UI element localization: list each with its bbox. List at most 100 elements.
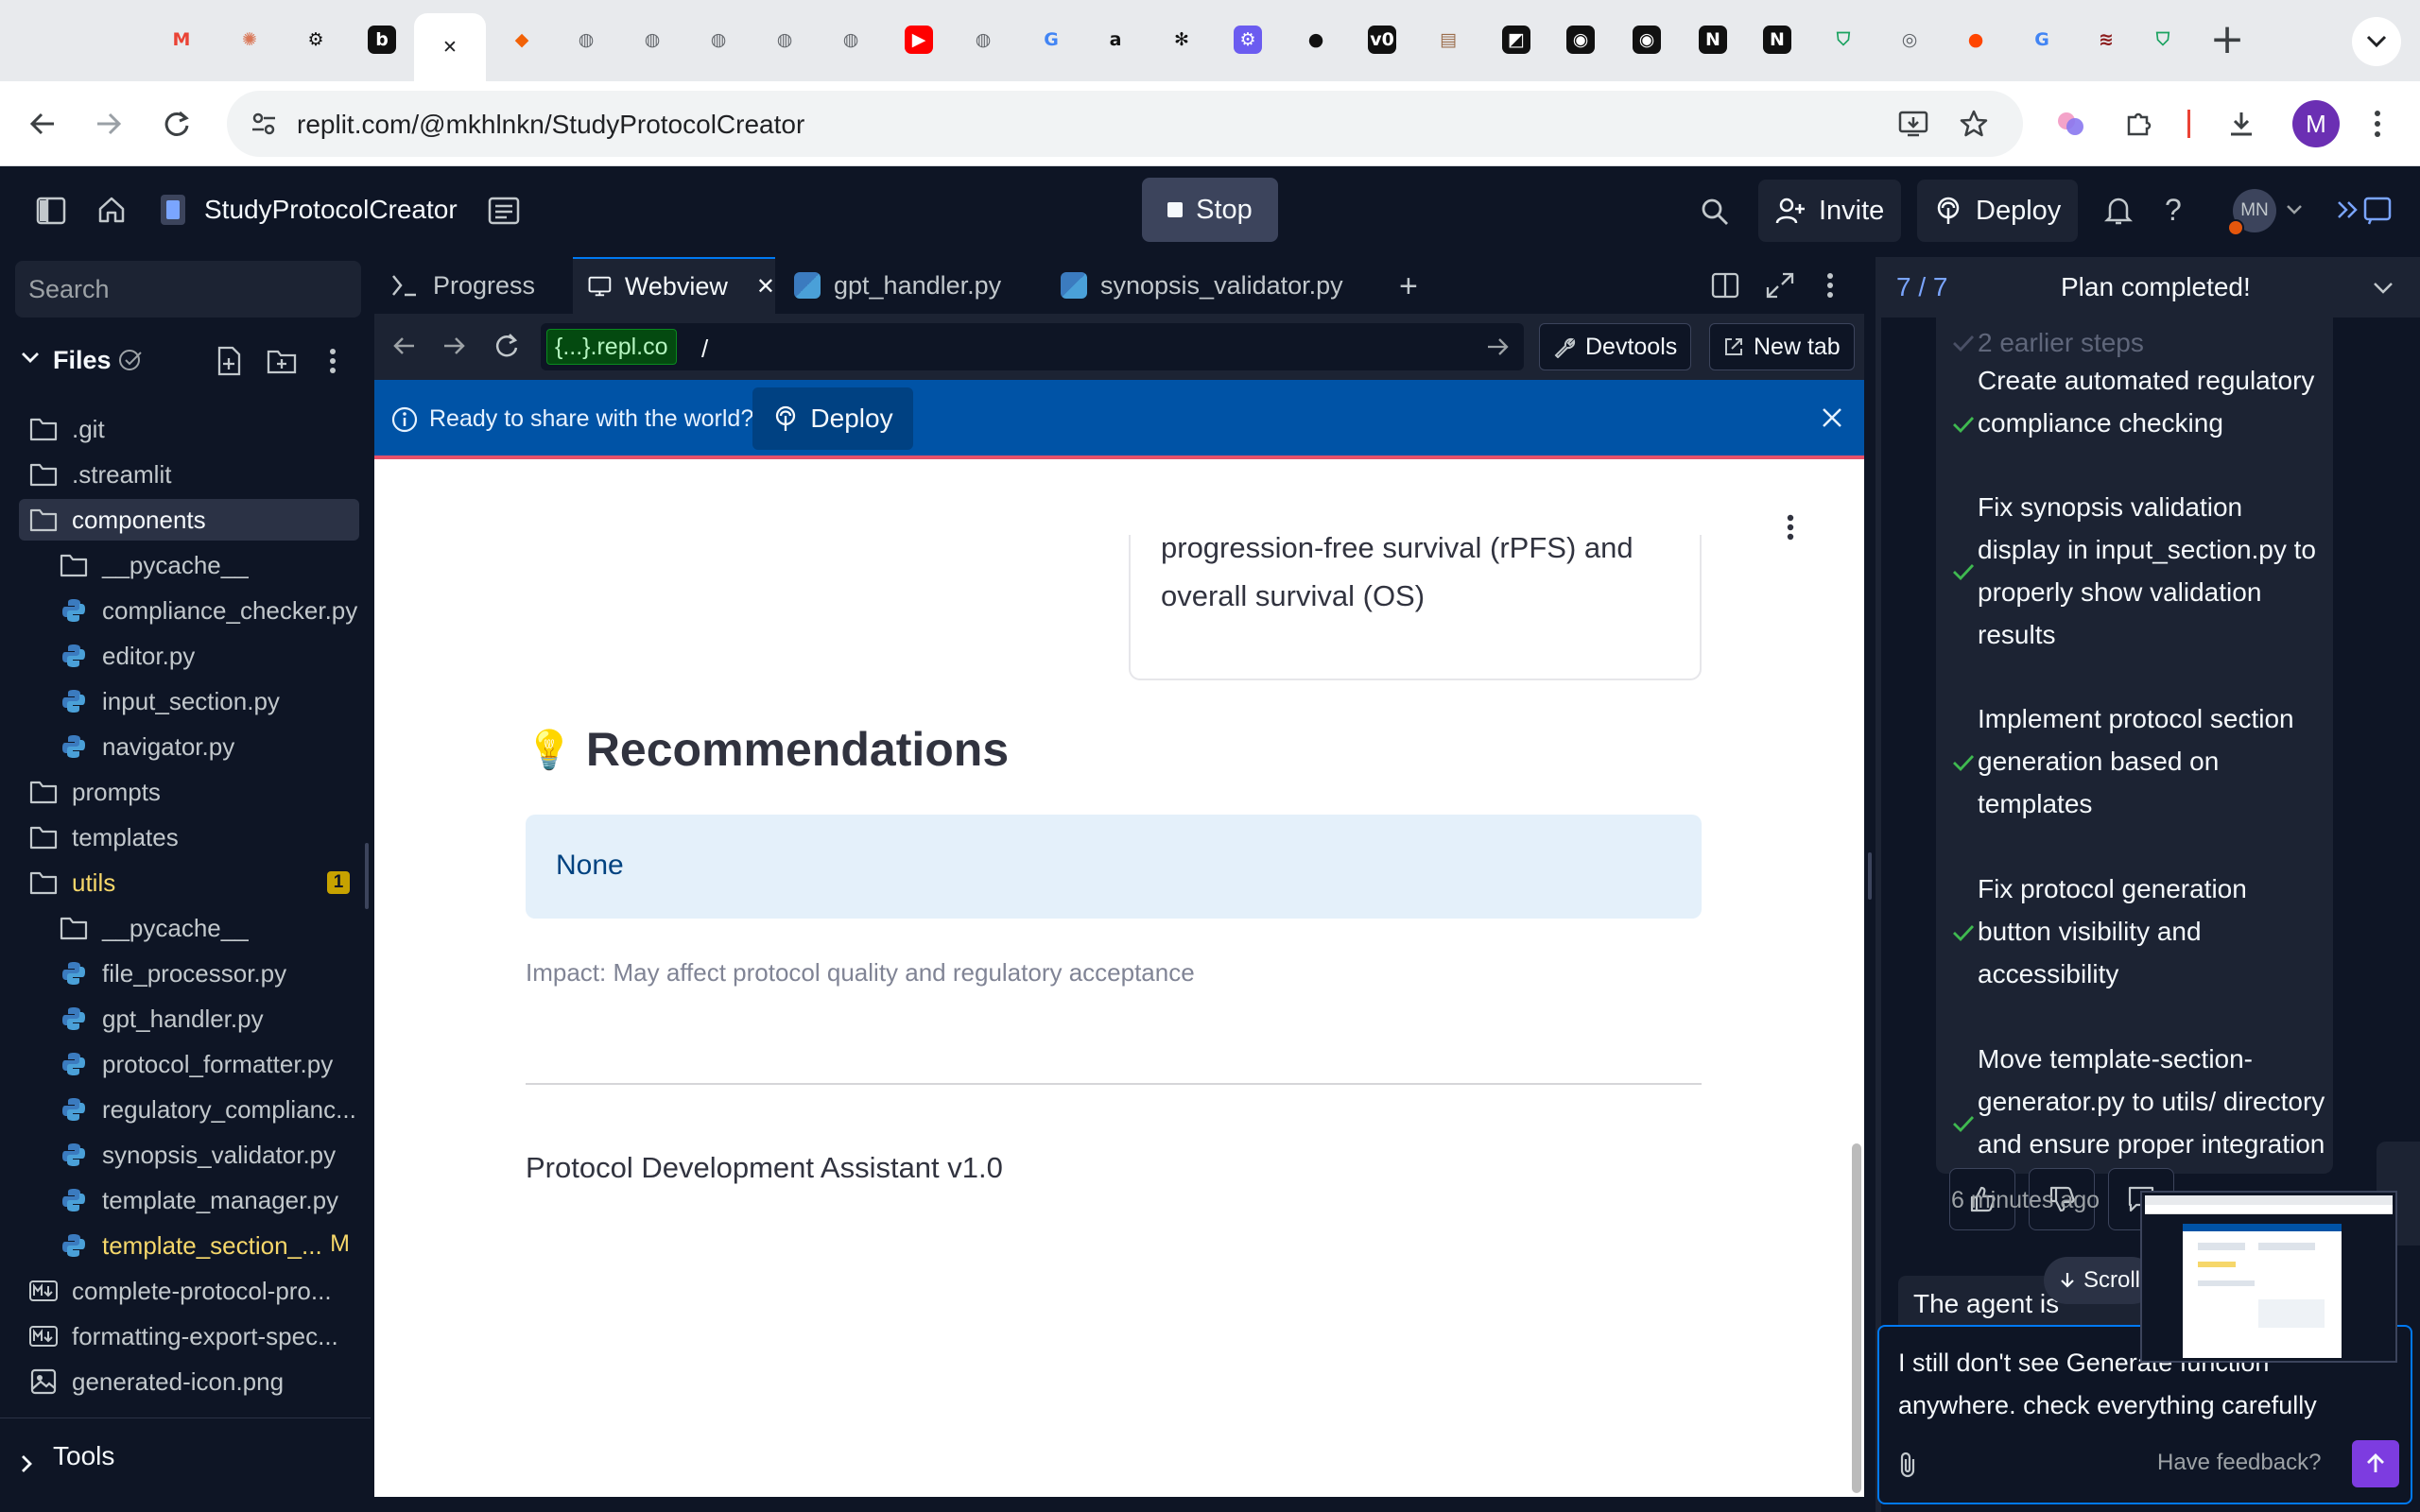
collapse-chat-icon[interactable] <box>2335 195 2394 225</box>
new-tab-button[interactable]: New tab <box>1709 323 1855 370</box>
browser-tab[interactable]: ◍ <box>821 19 880 60</box>
chevron-down-icon[interactable] <box>21 352 40 365</box>
file-item[interactable]: file_processor.py <box>19 953 359 994</box>
browser-tab[interactable]: ⛉ <box>1814 19 1873 60</box>
browser-tab[interactable]: ● <box>1946 19 2005 60</box>
browser-tab[interactable]: ✻ <box>1152 19 1211 60</box>
browser-tab[interactable]: ◍ <box>954 19 1012 60</box>
new-file-icon[interactable] <box>216 346 242 376</box>
browser-tab[interactable]: ▤ <box>1419 19 1478 60</box>
forward-arrow-icon[interactable] <box>87 102 130 146</box>
downloads-icon[interactable] <box>2220 102 2263 146</box>
browser-tab[interactable]: ● <box>1287 19 1345 60</box>
new-tab-plus-icon[interactable]: + <box>1399 268 1418 305</box>
file-item[interactable]: regulatory_complianc... <box>19 1089 359 1130</box>
attach-paperclip-icon[interactable] <box>1896 1450 1919 1480</box>
extensions-puzzle-icon[interactable] <box>2118 102 2161 146</box>
browser-tab[interactable]: ▶ <box>890 19 948 60</box>
split-pane-icon[interactable] <box>1711 272 1739 299</box>
folder-item[interactable]: __pycache__ <box>19 544 359 586</box>
file-item[interactable]: template_manager.py <box>19 1179 359 1221</box>
folder-item[interactable]: prompts <box>19 771 359 813</box>
scroll-to-bottom-button[interactable]: Scroll <box>2044 1257 2156 1304</box>
browser-tab[interactable]: M <box>152 19 211 60</box>
bookmark-star-icon[interactable] <box>1959 109 1989 139</box>
tab-search-chevron-icon[interactable] <box>2352 17 2401 66</box>
file-item[interactable]: gpt_handler.py <box>19 998 359 1040</box>
search-icon[interactable] <box>1700 197 1730 227</box>
close-tab-icon[interactable]: ✕ <box>756 273 775 301</box>
file-item[interactable]: generated-icon.png <box>19 1361 359 1402</box>
file-item[interactable]: template_section_... M <box>19 1225 359 1266</box>
browser-menu-icon[interactable] <box>2356 102 2399 146</box>
tab-progress[interactable]: Progress <box>374 257 569 314</box>
sidebar-scrollbar[interactable] <box>365 843 369 909</box>
back-arrow-icon[interactable] <box>21 102 64 146</box>
webview-reload-icon[interactable] <box>493 333 520 359</box>
browser-tab[interactable]: ◉ <box>1551 19 1610 60</box>
browser-tab[interactable]: ◍ <box>755 19 814 60</box>
file-item[interactable]: editor.py <box>19 635 359 677</box>
tab-webview[interactable]: Webview ✕ <box>573 257 775 314</box>
copilot-extension-icon[interactable] <box>2049 102 2093 146</box>
tab-synopsis-validator[interactable]: synopsis_validator.py <box>1046 257 1373 314</box>
browser-tab[interactable]: ◎ <box>1880 19 1939 60</box>
files-label[interactable]: Files <box>53 346 112 375</box>
close-banner-icon[interactable] <box>1821 406 1843 429</box>
deploy-header-button[interactable]: Deploy <box>1917 180 2079 242</box>
tools-section[interactable]: Tools <box>0 1418 371 1512</box>
browser-tab[interactable]: v0 <box>1353 19 1411 60</box>
chevron-down-icon[interactable] <box>2286 204 2303 215</box>
repl-name[interactable]: StudyProtocolCreator <box>204 195 458 225</box>
browser-tab[interactable]: ≋ <box>2077 19 2135 60</box>
browser-tab[interactable]: N <box>1748 19 1806 60</box>
profile-avatar[interactable]: M <box>2292 100 2340 147</box>
file-item[interactable]: synopsis_validator.py <box>19 1134 359 1176</box>
browser-tab[interactable]: G <box>2013 19 2071 60</box>
repl-domain-chip[interactable]: {...}.repl.co <box>546 329 677 365</box>
app-menu-icon[interactable] <box>1787 514 1794 541</box>
file-item[interactable]: compliance_checker.py <box>19 590 359 631</box>
folder-item[interactable]: utils 1 <box>19 862 359 903</box>
screenshot-thumbnail[interactable] <box>2142 1193 2395 1361</box>
stop-button[interactable]: Stop <box>1142 178 1278 242</box>
webview-url-input[interactable]: {...}.repl.co / <box>541 323 1524 370</box>
file-item[interactable]: navigator.py <box>19 726 359 767</box>
sidebar-toggle-icon[interactable] <box>36 197 66 225</box>
files-menu-icon[interactable] <box>329 348 337 374</box>
browser-tab[interactable]: ◍ <box>623 19 682 60</box>
go-arrow-icon[interactable] <box>1486 336 1511 357</box>
banner-deploy-button[interactable]: Deploy <box>752 387 913 450</box>
reload-icon[interactable] <box>155 102 199 146</box>
browser-tab[interactable]: ◍ <box>689 19 748 60</box>
browser-tab[interactable]: ◆ <box>493 19 551 60</box>
install-app-icon[interactable] <box>1898 110 1928 138</box>
devtools-button[interactable]: Devtools <box>1539 323 1692 370</box>
browser-tab[interactable]: N <box>1684 19 1742 60</box>
browser-tab[interactable]: a <box>1086 19 1145 60</box>
browser-tab[interactable]: G <box>1022 19 1080 60</box>
folder-item[interactable]: .streamlit <box>19 454 359 495</box>
feedback-link[interactable]: Have feedback? <box>2157 1450 2321 1476</box>
address-bar[interactable]: replit.com/@mkhlnkn/StudyProtocolCreator <box>227 91 2023 157</box>
folder-item[interactable]: .git <box>19 408 359 450</box>
help-icon[interactable]: ? <box>2165 193 2182 228</box>
new-folder-icon[interactable] <box>267 348 297 374</box>
home-icon[interactable] <box>96 195 127 225</box>
file-item[interactable]: input_section.py <box>19 680 359 722</box>
notifications-bell-icon[interactable] <box>2104 195 2133 227</box>
tab-gpt-handler[interactable]: gpt_handler.py <box>779 257 1040 314</box>
browser-tab[interactable]: ✺ <box>220 19 279 60</box>
pane-menu-icon[interactable] <box>1826 272 1834 299</box>
folder-item[interactable]: components <box>19 499 359 541</box>
file-item[interactable]: complete-protocol-pro... <box>19 1270 359 1312</box>
file-item[interactable]: protocol_formatter.py <box>19 1043 359 1085</box>
search-input[interactable]: Search <box>15 261 361 318</box>
chevron-down-icon[interactable] <box>2373 282 2394 295</box>
plan-header[interactable]: 7 / 7 Plan completed! <box>1876 257 2420 318</box>
browser-tab[interactable]: b <box>353 19 411 60</box>
repl-info-icon[interactable] <box>488 197 520 225</box>
send-button[interactable] <box>2352 1440 2399 1487</box>
browser-tab[interactable]: ⚙ <box>286 19 345 60</box>
webview-scrollbar[interactable] <box>1849 459 1864 1497</box>
